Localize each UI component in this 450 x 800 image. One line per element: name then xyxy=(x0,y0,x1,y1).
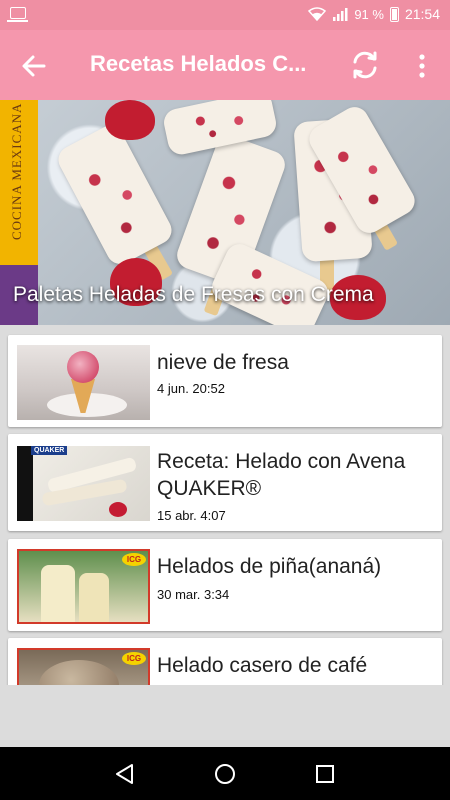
screen-cast-icon xyxy=(7,7,28,22)
battery-level: 91 % xyxy=(354,6,384,22)
signal-icon xyxy=(333,8,348,21)
strawberry-image xyxy=(109,502,127,517)
video-title: Receta: Helado con Avena QUAKER® xyxy=(157,450,406,500)
list-item[interactable]: QUAKER Receta: Helado con Avena QUAKER® … xyxy=(8,434,442,531)
nav-home-icon[interactable] xyxy=(211,760,239,788)
featured-video[interactable]: COCINA MEXICANA Paletas Heladas de Fresa… xyxy=(0,100,450,325)
ice-cream-scoop-image xyxy=(67,351,99,383)
ice-cream-image xyxy=(39,660,119,685)
nav-recents-icon[interactable] xyxy=(311,760,339,788)
video-date: 4 jun. 20:52 xyxy=(157,381,225,396)
strawberry-image xyxy=(105,100,155,140)
list-item[interactable]: ICG Helados de piña(ananá) 30 mar. 3:34 xyxy=(8,539,442,631)
clock: 21:54 xyxy=(404,6,440,22)
channel-logo: ICG xyxy=(122,553,146,566)
back-arrow-icon[interactable] xyxy=(20,52,48,80)
status-bar: 91 % 21:54 xyxy=(0,0,450,30)
refresh-icon[interactable] xyxy=(349,49,381,81)
video-thumbnail: ICG xyxy=(17,549,150,624)
list-item[interactable]: nieve de fresa 4 jun. 20:52 xyxy=(8,335,442,427)
video-date: 30 mar. 3:34 xyxy=(157,587,230,602)
channel-logo: ICG xyxy=(122,652,146,665)
featured-title: Paletas Heladas de Fresas con Crema xyxy=(13,283,374,306)
battery-icon xyxy=(389,6,399,22)
system-nav-bar xyxy=(0,747,450,800)
popsicle-image xyxy=(41,565,75,622)
video-title: nieve de fresa xyxy=(157,351,289,374)
video-thumbnail xyxy=(17,345,150,420)
popsicle-image xyxy=(79,573,109,622)
video-date: 15 abr. 4:07 xyxy=(157,508,226,523)
app-bar: Recetas Helados C... xyxy=(0,30,450,100)
brand-logo: QUAKER xyxy=(31,446,68,455)
video-title: Helado casero de café xyxy=(157,654,368,677)
nav-back-icon[interactable] xyxy=(111,760,139,788)
channel-banner-text: COCINA MEXICANA xyxy=(9,102,24,240)
video-list[interactable]: nieve de fresa 4 jun. 20:52 QUAKER Recet… xyxy=(0,325,450,685)
app-title: Recetas Helados C... xyxy=(90,51,307,76)
video-title: Helados de piña(ananá) xyxy=(157,555,382,578)
video-thumbnail: ICG xyxy=(17,648,150,685)
wifi-icon xyxy=(308,7,327,21)
more-vert-icon[interactable] xyxy=(412,52,432,80)
video-thumbnail: QUAKER xyxy=(17,446,150,521)
list-item[interactable]: ICG Helado casero de café xyxy=(8,638,442,685)
